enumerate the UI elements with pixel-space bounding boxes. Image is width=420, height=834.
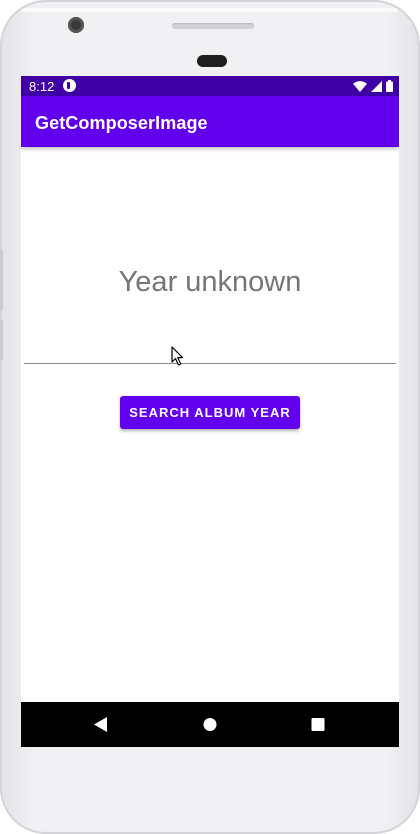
recents-icon[interactable]	[293, 702, 343, 747]
signal-icon	[371, 80, 382, 92]
app-bar: GetComposerImage	[21, 96, 399, 147]
notification-app-icon	[63, 79, 76, 92]
home-icon[interactable]	[185, 702, 235, 747]
volume-button	[0, 250, 3, 310]
front-camera	[68, 17, 84, 33]
input-underline	[24, 363, 396, 364]
status-time: 8:12	[29, 79, 55, 94]
app-title: GetComposerImage	[35, 113, 208, 133]
device-top-edge	[22, 8, 398, 12]
status-bar: 8:12	[21, 76, 399, 96]
device-screen: 8:12 GetComposerImage Year unknown SEARC…	[21, 76, 399, 747]
status-icons	[353, 80, 393, 92]
top-speaker-grille	[172, 23, 254, 29]
navigation-bar	[21, 702, 399, 747]
mouse-cursor-icon	[171, 346, 184, 366]
earpiece	[197, 55, 227, 67]
search-album-year-button[interactable]: SEARCH ALBUM YEAR	[120, 396, 300, 429]
power-button	[0, 320, 3, 360]
year-result-text: Year unknown	[118, 266, 302, 298]
battery-icon	[386, 80, 393, 92]
back-icon[interactable]	[75, 702, 125, 747]
wifi-icon	[353, 80, 367, 92]
album-search-input[interactable]	[24, 338, 396, 364]
